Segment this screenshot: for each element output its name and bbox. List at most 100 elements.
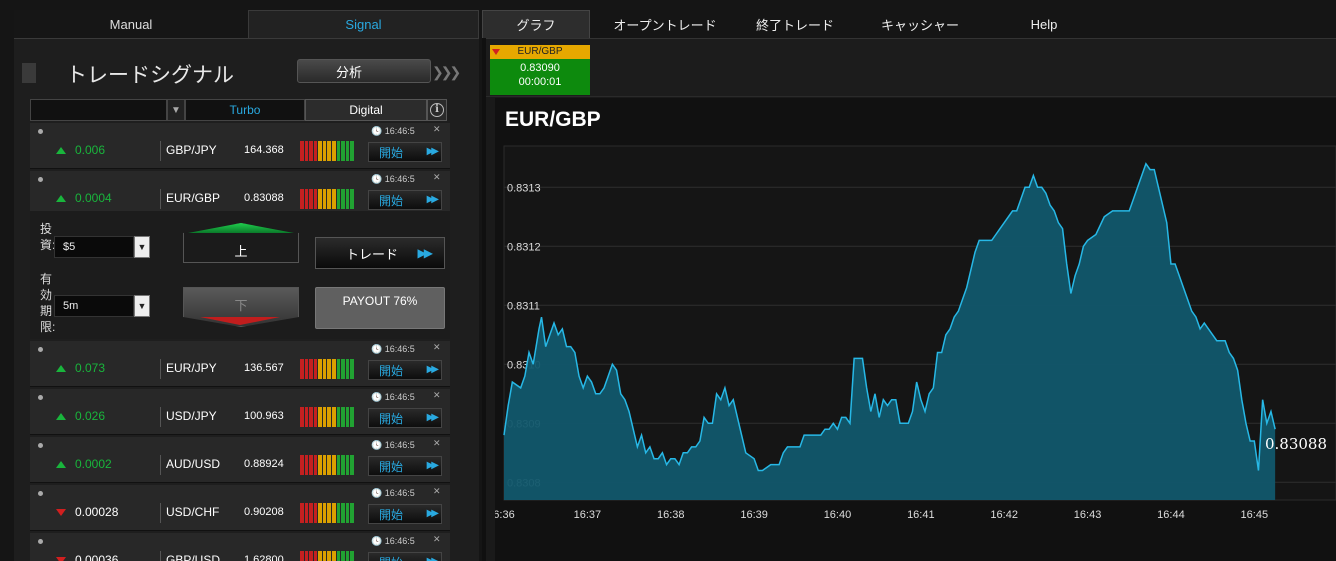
strength-bar — [345, 141, 350, 161]
x-tick-label: 16:43 — [1074, 509, 1102, 521]
up-arrow-icon — [56, 413, 66, 420]
asset-strip: EUR/GBP 0.83090 00:00:01 — [486, 39, 1336, 97]
strength-bar — [313, 455, 318, 475]
strength-bar — [313, 551, 318, 561]
payout-display: PAYOUT 76% — [315, 287, 445, 329]
expiry-input[interactable]: 5m — [54, 295, 134, 317]
tab-signal[interactable]: Signal — [248, 10, 479, 38]
invest-dropdown-arrow-icon[interactable]: ▼ — [134, 236, 150, 258]
start-button[interactable]: 開始 ▶▶ — [368, 456, 442, 476]
close-icon[interactable]: ✕ — [433, 438, 441, 449]
start-button[interactable]: 開始 ▶▶ — [368, 552, 442, 561]
signal-price: 164.368 — [244, 144, 284, 156]
status-dot — [38, 347, 43, 352]
y-tick-label: 0.8312 — [507, 241, 541, 253]
dropdown-arrow-icon[interactable]: ▼ — [167, 99, 185, 121]
clock-icon: 🕓 — [371, 174, 383, 184]
signal-row: 🕓 16:46:5 ✕ 0.006 GBP/JPY 164.368 開始 ▶▶ — [30, 123, 450, 169]
strength-bar — [300, 455, 304, 475]
fast-forward-icon: ▶▶ — [427, 556, 440, 561]
strength-bar — [341, 141, 345, 161]
strength-bar — [341, 551, 345, 561]
nav-closed-trades[interactable]: 終了トレード — [740, 10, 850, 38]
clock-icon: 🕓 — [371, 126, 383, 136]
asset-filter-dropdown[interactable] — [30, 99, 167, 121]
analyze-button[interactable]: 分析 ❯❯❯ — [297, 59, 461, 83]
x-tick-label: 16:38 — [657, 509, 685, 521]
signal-time: 🕓 16:46:5 — [371, 392, 415, 403]
start-button[interactable]: 開始 ▶▶ — [368, 360, 442, 380]
signal-price: 0.83088 — [244, 192, 284, 204]
trade-panel: 投資: $5 ▼ 有効期限: 5m ▼ 上 下 トレード ▶▶ PAYOUT 7… — [30, 211, 450, 339]
info-button[interactable]: i — [427, 99, 447, 121]
start-button-label: 開始 — [379, 507, 404, 522]
nav-cashier[interactable]: キャッシャー — [850, 10, 990, 38]
strength-bar — [322, 455, 327, 475]
signal-row: 🕓 16:46:5 ✕ 0.00028 USD/CHF 0.90208 開始 ▶▶ — [30, 485, 450, 531]
separator — [160, 503, 161, 523]
signal-value: 0.0004 — [75, 191, 112, 205]
nav-open-trades[interactable]: オープントレード — [590, 10, 740, 38]
signal-pair: EUR/GBP — [166, 191, 221, 205]
strength-bar — [318, 503, 322, 523]
strength-bar — [336, 503, 341, 523]
invest-label: 投資: — [40, 222, 56, 252]
start-button[interactable]: 開始 ▶▶ — [368, 504, 442, 524]
strength-bar — [322, 551, 327, 561]
x-tick-label: 16:45 — [1241, 509, 1269, 521]
close-icon[interactable]: ✕ — [433, 342, 441, 353]
tab-manual[interactable]: Manual — [14, 10, 248, 38]
strength-bar — [327, 359, 332, 379]
close-icon[interactable]: ✕ — [433, 390, 441, 401]
strength-bar — [304, 359, 309, 379]
strength-bar — [336, 141, 341, 161]
asset-chip-timer: 00:00:01 — [518, 76, 562, 88]
signal-pair: AUD/USD — [166, 457, 221, 471]
start-button-label: 開始 — [379, 459, 404, 474]
strength-bar — [332, 551, 336, 561]
trade-button[interactable]: トレード ▶▶ — [315, 237, 445, 269]
invest-input[interactable]: $5 — [54, 236, 134, 258]
separator — [160, 359, 161, 379]
signal-time: 🕓 16:46:5 — [371, 344, 415, 355]
asset-chip[interactable]: EUR/GBP 0.83090 00:00:01 — [490, 45, 590, 95]
nav-graph[interactable]: グラフ — [482, 10, 590, 38]
close-icon[interactable]: ✕ — [433, 486, 441, 497]
close-icon[interactable]: ✕ — [433, 534, 441, 545]
strength-bar — [336, 359, 341, 379]
strength-bar — [322, 359, 327, 379]
start-button[interactable]: 開始 ▶▶ — [368, 408, 442, 428]
expiry-dropdown-arrow-icon[interactable]: ▼ — [134, 295, 150, 317]
separator — [160, 455, 161, 475]
close-icon[interactable]: ✕ — [433, 172, 441, 183]
filter-digital[interactable]: Digital — [305, 99, 427, 121]
signal-row: 🕓 16:46:5 ✕ 0.026 USD/JPY 100.963 開始 ▶▶ — [30, 389, 450, 435]
signal-row: 🕓 16:46:5 ✕ 0.00036 GBP/USD 1.62800 開始 ▶▶ — [30, 533, 450, 561]
strength-meter — [300, 551, 354, 561]
separator — [160, 141, 161, 161]
start-button[interactable]: 開始 ▶▶ — [368, 190, 442, 210]
status-dot — [38, 443, 43, 448]
fast-forward-icon: ▶▶ — [426, 194, 440, 205]
filter-turbo[interactable]: Turbo — [185, 99, 305, 121]
x-tick-label: 6:36 — [495, 509, 515, 521]
status-dot — [38, 177, 43, 182]
strength-bar — [309, 189, 313, 209]
strength-bar — [304, 189, 309, 209]
start-button[interactable]: 開始 ▶▶ — [368, 142, 442, 162]
strength-bar — [322, 407, 327, 427]
signal-price: 0.88924 — [244, 458, 284, 470]
signal-value: 0.0002 — [75, 457, 112, 471]
nav-help[interactable]: Help — [990, 10, 1098, 38]
price-chart: EUR/GBP 0.83130.83120.83110.83100.83090.… — [495, 98, 1336, 561]
expiry-label: 有効期限: — [40, 272, 56, 334]
close-icon[interactable]: ✕ — [433, 124, 441, 135]
strength-bar — [318, 407, 322, 427]
strength-bar — [341, 455, 345, 475]
strength-bar — [327, 503, 332, 523]
signal-value: 0.073 — [75, 361, 106, 375]
current-price-label: 0.83088 — [1265, 435, 1327, 453]
separator — [160, 551, 161, 561]
status-dot — [38, 129, 43, 134]
strength-bar — [313, 141, 318, 161]
